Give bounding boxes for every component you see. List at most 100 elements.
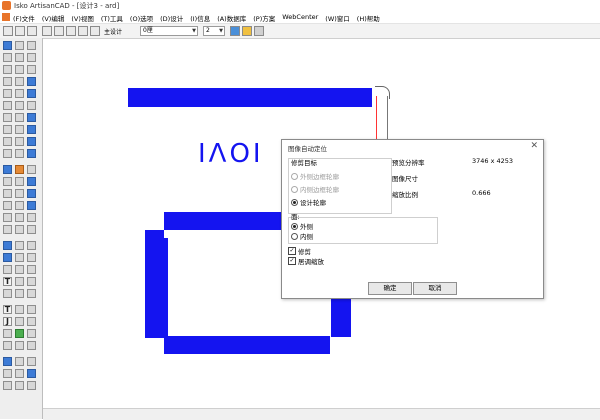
- document-icon[interactable]: [2, 13, 10, 21]
- trim-checkbox[interactable]: ✓ 修剪: [288, 246, 311, 256]
- snap-icon[interactable]: [3, 213, 12, 222]
- inside-radio[interactable]: 内侧: [291, 231, 313, 241]
- frame-left-outer-shape[interactable]: [145, 230, 164, 338]
- score-icon[interactable]: [3, 189, 12, 198]
- frame-bottom-shape[interactable]: [164, 336, 330, 354]
- arrange-icon[interactable]: [27, 149, 36, 158]
- text-path-icon[interactable]: [15, 277, 24, 286]
- frame-left-inner-shape[interactable]: [164, 238, 168, 338]
- join-icon[interactable]: [15, 149, 24, 158]
- extend-icon[interactable]: [27, 113, 36, 122]
- font-icon[interactable]: [15, 305, 24, 314]
- bezier-icon[interactable]: [3, 125, 12, 134]
- new-icon[interactable]: [3, 26, 13, 36]
- settings-icon[interactable]: [3, 369, 12, 378]
- zoom-fit-icon[interactable]: [27, 41, 36, 50]
- pattern-icon[interactable]: [3, 341, 12, 350]
- trim-icon[interactable]: [15, 113, 24, 122]
- rectangle-icon[interactable]: [15, 65, 24, 74]
- crease-icon[interactable]: [27, 165, 36, 174]
- text-style-icon[interactable]: T: [3, 305, 12, 314]
- color-icon[interactable]: [242, 26, 252, 36]
- close-path-icon[interactable]: [27, 265, 36, 274]
- menu-plan[interactable]: (P)方案: [253, 13, 275, 23]
- color-fill-icon[interactable]: [15, 329, 24, 338]
- bridge-icon[interactable]: [27, 189, 36, 198]
- menu-window[interactable]: (W)窗口: [325, 13, 350, 23]
- menu-view[interactable]: (V)视图: [71, 13, 94, 23]
- menu-options[interactable]: (O)选项: [130, 13, 153, 23]
- image-icon[interactable]: [3, 241, 12, 250]
- dimension-icon[interactable]: [3, 201, 12, 210]
- rotate-icon[interactable]: [27, 101, 36, 110]
- copy-icon[interactable]: [15, 137, 24, 146]
- layer-remove-icon[interactable]: [66, 26, 76, 36]
- canvas-text[interactable]: IΛOI: [198, 139, 264, 169]
- symbol-icon[interactable]: [15, 317, 24, 326]
- layer-settings-icon[interactable]: [90, 26, 100, 36]
- menu-design[interactable]: (D)设计: [160, 13, 183, 23]
- hand-icon[interactable]: [15, 89, 24, 98]
- run-icon[interactable]: [27, 381, 36, 390]
- menu-help[interactable]: (H)帮助: [357, 13, 380, 23]
- fill-icon[interactable]: [3, 329, 12, 338]
- frame-right-shape[interactable]: [331, 297, 351, 337]
- zoom-in-icon[interactable]: [3, 41, 12, 50]
- panel-icon[interactable]: [3, 165, 12, 174]
- vertical-text-icon[interactable]: J: [3, 317, 12, 326]
- zoom-window-icon[interactable]: [3, 53, 12, 62]
- stroke-icon[interactable]: [15, 341, 24, 350]
- number-select[interactable]: 2 ▼: [203, 26, 225, 36]
- menu-tools[interactable]: (T)工具: [101, 13, 123, 23]
- pencil-icon[interactable]: [15, 289, 24, 298]
- line-icon[interactable]: [3, 77, 12, 86]
- fillet-icon[interactable]: [15, 125, 24, 134]
- outer-border-radio[interactable]: 外侧边框轮廓: [291, 171, 339, 181]
- measure-icon[interactable]: [27, 89, 36, 98]
- delete-icon[interactable]: [27, 65, 36, 74]
- node-icon[interactable]: [3, 265, 12, 274]
- menu-webcenter[interactable]: WebCenter: [282, 13, 318, 23]
- chamfer-icon[interactable]: [27, 125, 36, 134]
- bitmap-icon[interactable]: [15, 241, 24, 250]
- text-tool-icon[interactable]: T: [3, 277, 12, 286]
- lock-icon[interactable]: [27, 225, 36, 234]
- curve-icon[interactable]: [3, 113, 12, 122]
- move-icon[interactable]: [3, 137, 12, 146]
- layer-icon[interactable]: [42, 26, 52, 36]
- cut-icon[interactable]: [3, 177, 12, 186]
- split-icon[interactable]: [3, 149, 12, 158]
- help-icon[interactable]: [15, 369, 24, 378]
- menu-database[interactable]: (A)数据库: [217, 13, 246, 23]
- gradient-icon[interactable]: [27, 329, 36, 338]
- text-frame-icon[interactable]: [27, 277, 36, 286]
- target-icon[interactable]: [3, 357, 12, 366]
- perforate-icon[interactable]: [15, 177, 24, 186]
- brush-icon[interactable]: [27, 289, 36, 298]
- design-outline-radio[interactable]: 设计轮廓: [291, 197, 326, 207]
- close-icon[interactable]: ✕: [530, 141, 538, 151]
- export-icon[interactable]: [27, 357, 36, 366]
- paragraph-icon[interactable]: [27, 305, 36, 314]
- magnify-icon[interactable]: [3, 65, 12, 74]
- fold-icon[interactable]: [15, 165, 24, 174]
- open-icon[interactable]: [15, 26, 25, 36]
- arc-icon[interactable]: [27, 77, 36, 86]
- mirror-icon[interactable]: [15, 101, 24, 110]
- eraser-icon[interactable]: [27, 253, 36, 262]
- offset-icon[interactable]: [3, 101, 12, 110]
- distribute-icon[interactable]: [27, 213, 36, 222]
- cancel-button[interactable]: 取消: [413, 282, 457, 295]
- select-icon[interactable]: [27, 53, 36, 62]
- frame-top-shape[interactable]: [164, 212, 282, 230]
- layer-list-icon[interactable]: [78, 26, 88, 36]
- database-icon[interactable]: [27, 369, 36, 378]
- preview-icon[interactable]: [254, 26, 264, 36]
- break-icon[interactable]: [15, 265, 24, 274]
- adjust-scale-checkbox[interactable]: ✓ 居调缩放: [288, 256, 324, 266]
- pen-icon[interactable]: [3, 289, 12, 298]
- glue-icon[interactable]: [27, 177, 36, 186]
- pan-icon[interactable]: [15, 53, 24, 62]
- zoom-out-icon[interactable]: [15, 41, 24, 50]
- circle-icon[interactable]: [15, 77, 24, 86]
